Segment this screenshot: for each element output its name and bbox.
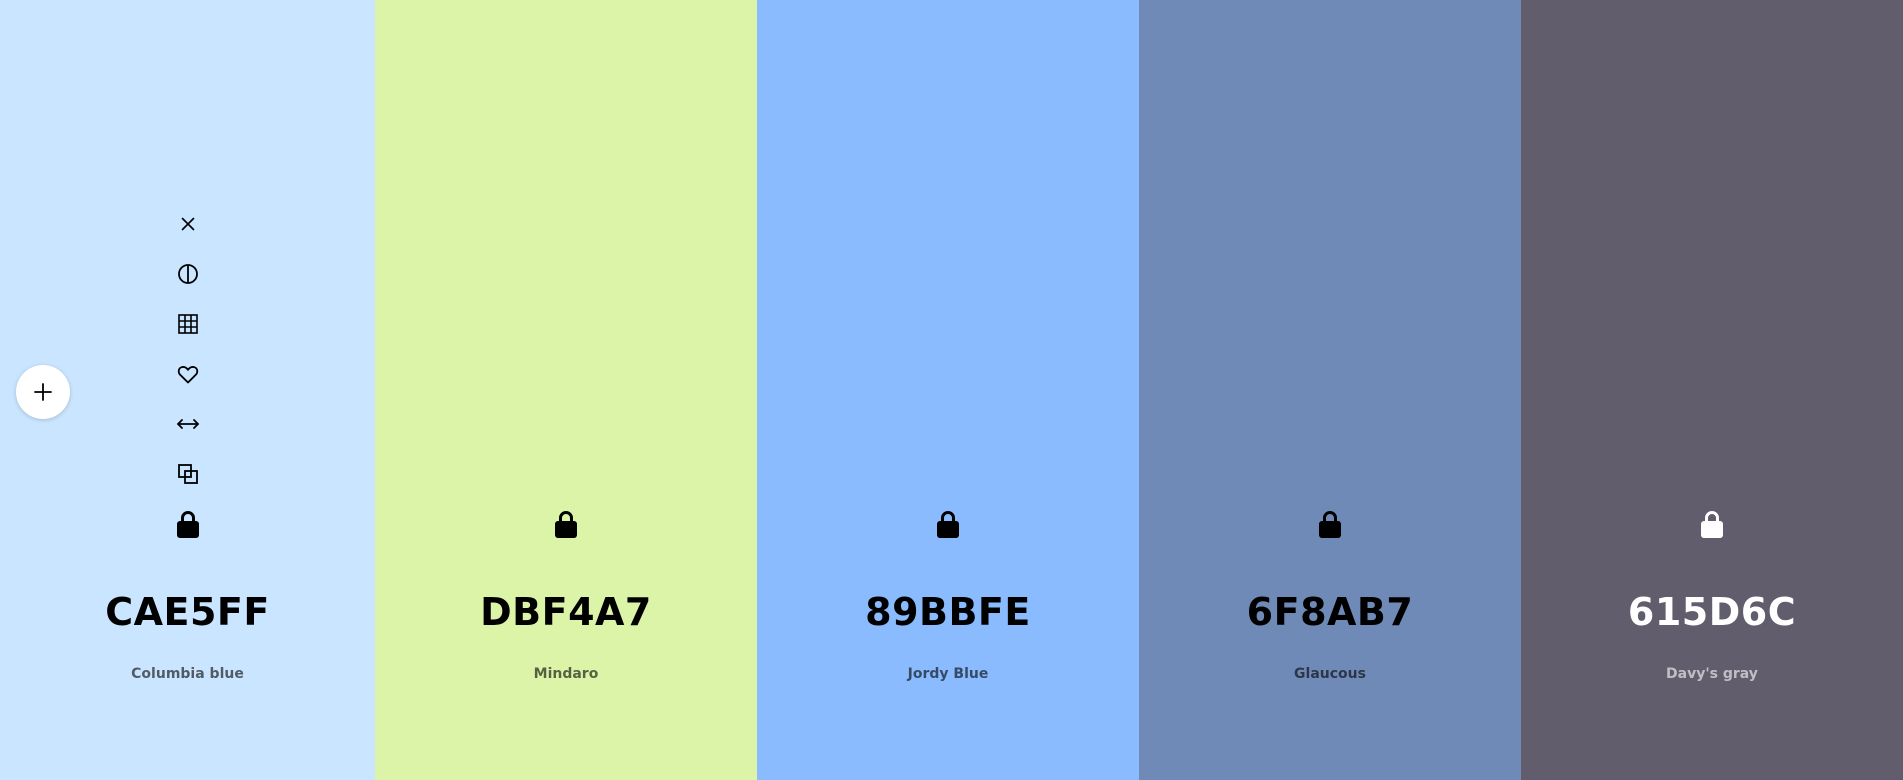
drag-icon: [176, 419, 199, 429]
grid-icon: [177, 314, 198, 334]
color-name[interactable]: Davy's gray: [1521, 666, 1903, 682]
swatch-3: 89BBFE Jordy Blue: [757, 0, 1139, 780]
contrast-icon: [177, 264, 198, 284]
lock-icon: [176, 511, 199, 538]
hex-code[interactable]: 89BBFE: [757, 590, 1139, 634]
color-palette: CAE5FF Columbia blue DBF4A7 Mindaro 89BB…: [0, 0, 1903, 780]
remove-color-button[interactable]: [172, 208, 204, 240]
lock-icon: [555, 511, 577, 538]
color-name[interactable]: Mindaro: [375, 666, 757, 682]
swatch-5: 615D6C Davy's gray: [1521, 0, 1903, 780]
hex-code[interactable]: CAE5FF: [0, 590, 375, 634]
hex-code[interactable]: 6F8AB7: [1139, 590, 1521, 634]
heart-icon: [177, 366, 198, 384]
copy-hex-button[interactable]: [172, 458, 204, 490]
swatch-toolbar: [168, 208, 208, 508]
add-color-button[interactable]: [16, 365, 70, 419]
lock-icon: [1319, 511, 1341, 538]
hex-code[interactable]: DBF4A7: [375, 590, 757, 634]
swatch-2: DBF4A7 Mindaro: [375, 0, 757, 780]
lock-button[interactable]: [550, 506, 582, 542]
lock-button[interactable]: [172, 506, 204, 542]
drag-button[interactable]: [172, 408, 204, 440]
color-name[interactable]: Jordy Blue: [757, 666, 1139, 682]
close-icon: [181, 217, 194, 231]
color-name[interactable]: Columbia blue: [0, 666, 375, 682]
lock-icon: [937, 511, 959, 538]
lock-button[interactable]: [932, 506, 964, 542]
lock-icon: [1701, 511, 1723, 538]
save-color-button[interactable]: [172, 358, 204, 390]
shades-button[interactable]: [172, 258, 204, 290]
lock-button[interactable]: [1314, 506, 1346, 542]
lock-button[interactable]: [1696, 506, 1728, 542]
swatch-4: 6F8AB7 Glaucous: [1139, 0, 1521, 780]
view-shades-button[interactable]: [172, 308, 204, 340]
color-name[interactable]: Glaucous: [1139, 666, 1521, 682]
copy-icon: [177, 464, 198, 484]
hex-code[interactable]: 615D6C: [1521, 590, 1903, 634]
plus-icon: [34, 383, 52, 401]
